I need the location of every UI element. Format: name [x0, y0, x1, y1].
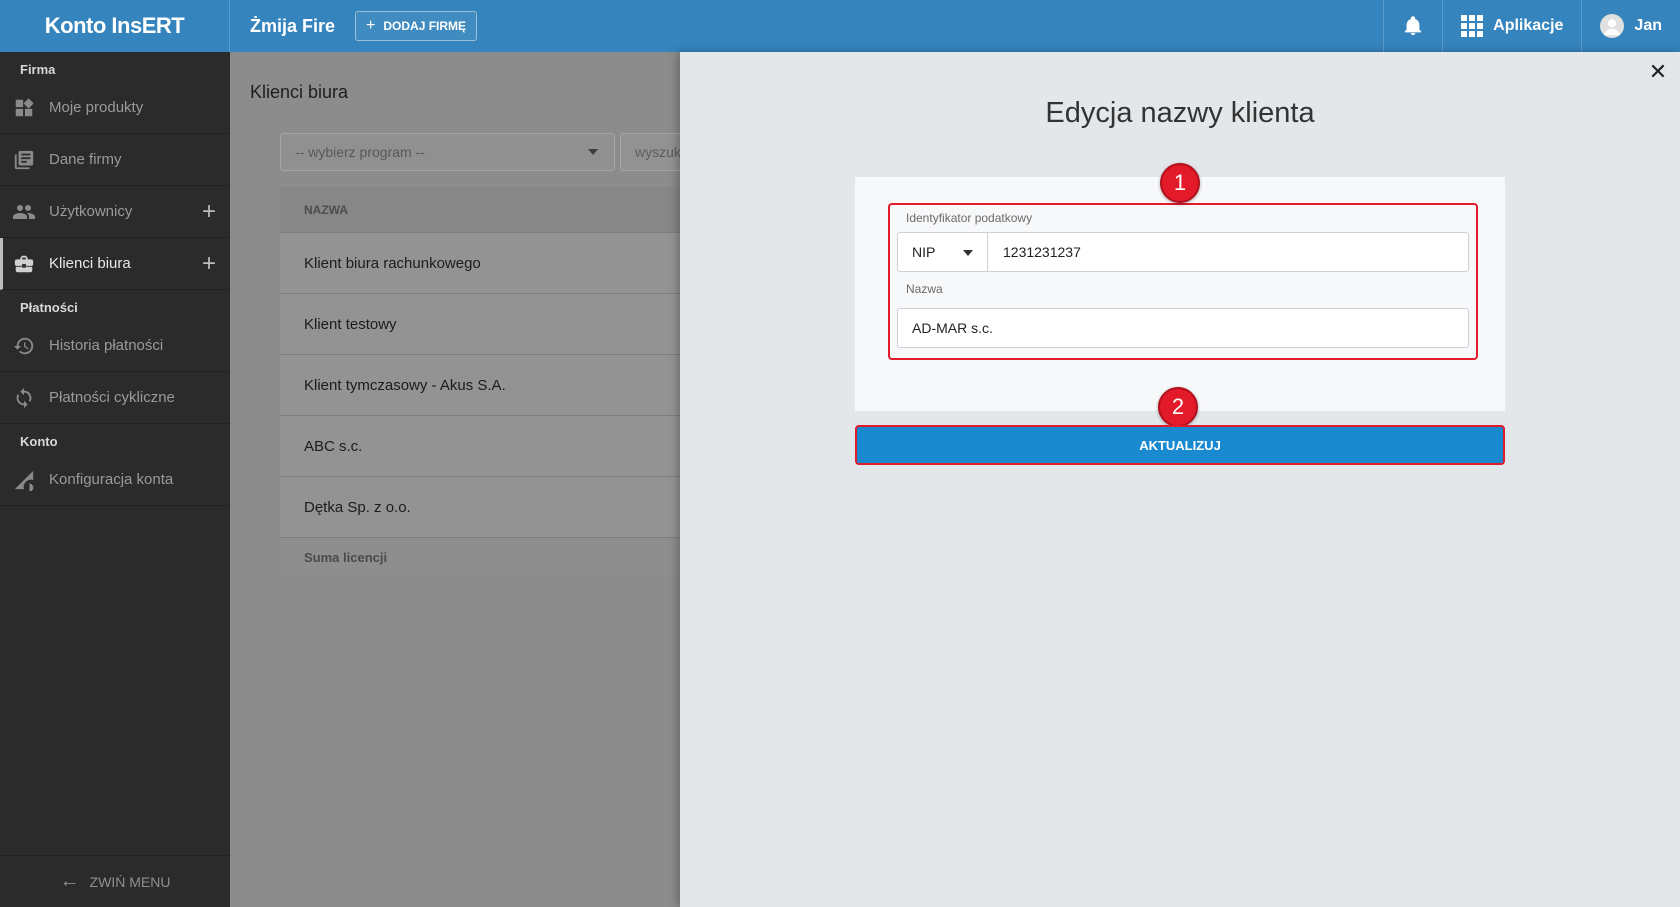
tax-id-input[interactable]: 1231231237 — [988, 233, 1468, 271]
search-input[interactable]: wyszuk — [620, 133, 680, 171]
tax-id-type-select[interactable]: NIP — [898, 233, 988, 271]
sidebar: Firma Moje produkty Dane firmy Użytkowni… — [0, 52, 230, 907]
name-label: Nazwa — [906, 282, 943, 296]
apps-button[interactable]: Aplikacje — [1442, 0, 1581, 52]
top-right-controls: Aplikacje Jan — [1383, 0, 1680, 52]
sidebar-item-dane-firmy[interactable]: Dane firmy — [0, 134, 230, 186]
company-name[interactable]: Żmija Fire — [250, 16, 335, 37]
bell-icon — [1404, 16, 1422, 36]
edit-form-card: Identyfikator podatkowy NIP 1231231237 N… — [855, 163, 1505, 427]
sidebar-item-label: Dane firmy — [49, 151, 122, 168]
table-footer-license-sum: Suma licencji — [280, 538, 680, 576]
caret-down-icon — [963, 250, 973, 256]
sidebar-item-uzytkownicy[interactable]: Użytkownicy + — [0, 186, 230, 238]
user-menu-button[interactable]: Jan — [1581, 0, 1680, 52]
step-badge-1: 1 — [1160, 163, 1200, 203]
client-name-input[interactable]: AD-MAR s.c. — [897, 308, 1469, 348]
clients-table: NAZWA Klient biura rachunkowego Klient t… — [280, 187, 680, 576]
sidebar-section-firma: Firma — [20, 62, 56, 77]
top-bar: Konto InsERT Żmija Fire + DODAJ FIRMĘ Ap… — [0, 0, 1680, 52]
main-content: Klienci biura -- wybierz program -- wysz… — [230, 52, 680, 907]
sidebar-item-klienci-biura[interactable]: Klienci biura + — [0, 238, 230, 290]
people-icon — [12, 200, 36, 224]
form-highlight: Identyfikator podatkowy NIP 1231231237 N… — [888, 203, 1478, 360]
tax-id-label: Identyfikator podatkowy — [906, 211, 1033, 225]
update-button[interactable]: AKTUALIZUJ — [855, 425, 1505, 465]
widgets-icon — [12, 96, 36, 120]
page-title: Klienci biura — [250, 82, 349, 102]
notifications-button[interactable] — [1383, 0, 1442, 52]
table-row[interactable]: ABC s.c. — [280, 416, 680, 477]
arrow-left-icon: ← — [59, 870, 80, 892]
close-icon[interactable]: ✕ — [1646, 59, 1670, 84]
sidebar-item-moje-produkty[interactable]: Moje produkty — [0, 82, 230, 134]
table-row[interactable]: Klient testowy — [280, 294, 680, 355]
avatar — [1600, 14, 1625, 38]
column-header-name[interactable]: NAZWA — [280, 187, 680, 233]
apps-grid-icon — [1461, 15, 1484, 37]
document-list-icon — [12, 148, 36, 172]
sidebar-item-label: Płatności cykliczne — [49, 389, 175, 406]
account-settings-icon — [12, 468, 36, 492]
program-select-placeholder: -- wybierz program -- — [295, 144, 425, 160]
add-company-button[interactable]: + DODAJ FIRMĘ — [355, 11, 478, 41]
edit-client-panel: ✕ Edycja nazwy klienta Identyfikator pod… — [680, 52, 1680, 907]
sidebar-item-konfiguracja-konta[interactable]: Konfiguracja konta — [0, 454, 230, 506]
sidebar-item-label: Klienci biura — [49, 255, 131, 272]
tax-id-type-value: NIP — [912, 244, 936, 260]
sidebar-item-label: Użytkownicy — [49, 203, 133, 220]
brand-logo[interactable]: Konto InsERT — [0, 0, 230, 52]
briefcase-icon — [12, 252, 36, 276]
table-row[interactable]: Klient biura rachunkowego — [280, 233, 680, 294]
program-select[interactable]: -- wybierz program -- — [280, 133, 615, 171]
tax-id-group: NIP 1231231237 — [897, 232, 1469, 272]
plus-icon: + — [366, 17, 376, 34]
sidebar-item-label: Moje produkty — [49, 99, 144, 116]
sidebar-section-konto: Konto — [20, 434, 58, 449]
user-icon — [1604, 19, 1621, 36]
sidebar-item-historia-platnosci[interactable]: Historia płatności — [0, 320, 230, 372]
caret-down-icon — [588, 149, 598, 155]
user-name: Jan — [1634, 17, 1662, 34]
sidebar-section-platnosci: Płatności — [20, 300, 78, 315]
add-client-icon[interactable]: + — [202, 250, 216, 278]
search-placeholder: wyszuk — [635, 144, 680, 160]
table-row[interactable]: Klient tymczasowy - Akus S.A. — [280, 355, 680, 416]
step-badge-2: 2 — [1158, 387, 1198, 427]
sidebar-item-platnosci-cykliczne[interactable]: Płatności cykliczne — [0, 372, 230, 424]
collapse-menu-button[interactable]: ← ZWIŃ MENU — [0, 855, 230, 907]
add-company-label: DODAJ FIRMĘ — [383, 19, 467, 33]
collapse-menu-label: ZWIŃ MENU — [89, 873, 171, 890]
history-icon — [12, 334, 36, 358]
sidebar-item-label: Konfiguracja konta — [49, 471, 174, 488]
apps-label: Aplikacje — [1493, 17, 1564, 34]
panel-title: Edycja nazwy klienta — [1045, 97, 1315, 129]
recurring-payment-icon — [12, 386, 36, 410]
add-user-icon[interactable]: + — [202, 198, 216, 226]
sidebar-item-label: Historia płatności — [49, 337, 164, 354]
table-row[interactable]: Dętka Sp. z o.o. — [280, 477, 680, 538]
